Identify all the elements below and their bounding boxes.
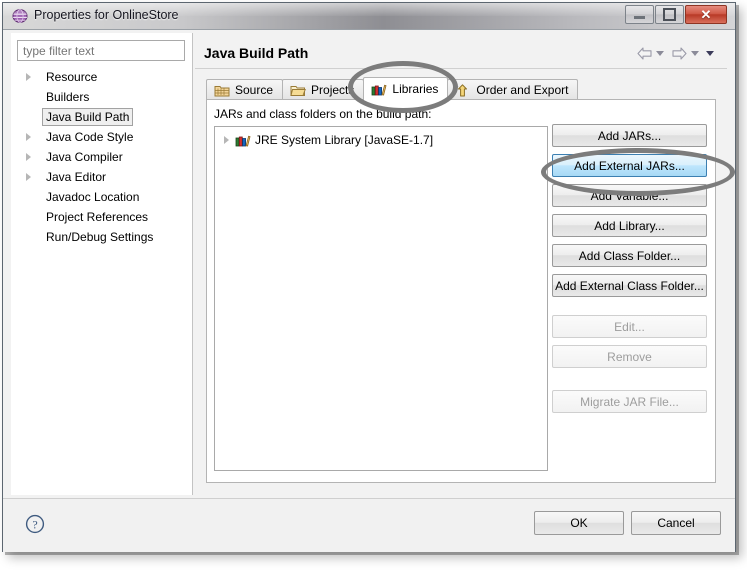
add-external-class-folder-button[interactable]: Add External Class Folder...	[552, 274, 707, 297]
settings-sidebar: Resource Builders Java Build Path Java C…	[11, 33, 193, 495]
button-label: Add Class Folder...	[578, 248, 681, 263]
maximize-icon	[656, 6, 683, 23]
tab-bar: Source Projects Libraries Order and Expo…	[206, 77, 579, 100]
svg-text:?: ?	[32, 517, 37, 531]
button-label: Remove	[607, 349, 652, 364]
tab-libraries[interactable]: Libraries	[363, 77, 449, 100]
button-label: Add Variable...	[590, 188, 669, 203]
properties-dialog-window: Properties for OnlineStore ✕ Resource Bu…	[2, 2, 736, 552]
help-question-icon[interactable]: ?	[25, 514, 45, 534]
page-title: Java Build Path	[204, 45, 309, 61]
back-arrow-icon[interactable]	[636, 46, 653, 61]
add-variable-button[interactable]: Add Variable...	[552, 184, 707, 207]
sidebar-item-java-code-style[interactable]: Java Code Style	[11, 127, 192, 147]
button-label: Add External Class Folder...	[555, 278, 704, 293]
footer-buttons: OK Cancel	[534, 511, 721, 535]
filter-text-input[interactable]	[17, 40, 185, 61]
sidebar-item-label: Java Build Path	[42, 108, 134, 126]
add-class-folder-button[interactable]: Add Class Folder...	[552, 244, 707, 267]
sidebar-item-label: Run/Debug Settings	[46, 230, 154, 244]
forward-arrow-icon[interactable]	[671, 46, 688, 61]
settings-tree: Resource Builders Java Build Path Java C…	[11, 67, 192, 247]
sidebar-item-label: Java Editor	[46, 170, 107, 184]
button-label: Edit...	[614, 319, 645, 334]
jre-library-icon	[235, 135, 251, 147]
expand-triangle-icon[interactable]	[26, 133, 31, 141]
button-label: Migrate JAR File...	[580, 394, 679, 409]
sidebar-item-builders[interactable]: Builders	[11, 87, 192, 107]
sidebar-item-label: Javadoc Location	[46, 190, 140, 204]
remove-button: Remove	[552, 345, 707, 368]
close-button[interactable]: ✕	[685, 5, 727, 24]
tab-label: Source	[235, 83, 274, 97]
sidebar-item-label: Project References	[46, 210, 149, 224]
list-item[interactable]: JRE System Library [JavaSE-1.7]	[215, 130, 547, 150]
tab-source[interactable]: Source	[206, 79, 284, 100]
libraries-books-icon	[371, 84, 387, 95]
sidebar-item-java-build-path[interactable]: Java Build Path	[11, 107, 192, 127]
minimize-icon	[626, 6, 653, 23]
add-library-button[interactable]: Add Library...	[552, 214, 707, 237]
minimize-button[interactable]	[625, 5, 654, 24]
back-chevron-down-icon[interactable]	[656, 51, 664, 56]
library-actions-column: Add JARs... Add External JARs... Add Var…	[552, 124, 707, 420]
dialog-body: Resource Builders Java Build Path Java C…	[3, 30, 735, 498]
edit-button: Edit...	[552, 315, 707, 338]
sidebar-item-java-compiler[interactable]: Java Compiler	[11, 147, 192, 167]
tab-label: Order and Export	[476, 83, 569, 97]
maximize-button[interactable]	[655, 5, 684, 24]
close-icon: ✕	[700, 6, 712, 22]
sidebar-item-label: Builders	[46, 90, 90, 104]
list-item-label: JRE System Library [JavaSE-1.7]	[255, 133, 434, 147]
tab-label: Libraries	[392, 82, 439, 96]
title-bar[interactable]: Properties for OnlineStore ✕	[3, 3, 735, 30]
project-folder-icon	[290, 85, 306, 96]
sidebar-item-project-references[interactable]: Project References	[11, 207, 192, 227]
source-folder-icon	[214, 85, 230, 96]
build-path-list[interactable]: JRE System Library [JavaSE-1.7]	[214, 126, 548, 471]
tab-order-and-export[interactable]: Order and Export	[447, 79, 579, 100]
list-caption: JARs and class folders on the build path…	[214, 107, 432, 121]
tab-label: Projects	[311, 83, 355, 97]
ok-button[interactable]: OK	[534, 511, 624, 535]
expand-triangle-icon[interactable]	[26, 73, 31, 81]
navigation-arrows	[636, 46, 718, 61]
forward-chevron-down-icon[interactable]	[691, 51, 699, 56]
sidebar-item-resource[interactable]: Resource	[11, 67, 192, 87]
view-menu-chevron-icon[interactable]	[706, 51, 714, 56]
expand-triangle-icon[interactable]	[26, 153, 31, 161]
button-label: Add Library...	[594, 218, 665, 233]
title-separator	[195, 68, 727, 69]
button-label: Add JARs...	[597, 128, 662, 143]
sidebar-item-label: Java Compiler	[46, 150, 123, 164]
add-external-jars-button[interactable]: Add External JARs...	[552, 154, 707, 177]
sidebar-item-javadoc-location[interactable]: Javadoc Location	[11, 187, 192, 207]
button-label: Cancel	[657, 516, 695, 530]
cancel-button[interactable]: Cancel	[631, 511, 721, 535]
add-jars-button[interactable]: Add JARs...	[552, 124, 707, 147]
libraries-tab-panel: JARs and class folders on the build path…	[206, 100, 716, 483]
properties-sphere-icon	[12, 9, 28, 23]
expand-triangle-icon[interactable]	[26, 173, 31, 181]
tab-projects[interactable]: Projects	[282, 79, 365, 100]
dialog-footer: ? OK Cancel	[3, 498, 735, 552]
order-export-icon	[456, 83, 468, 96]
sidebar-item-java-editor[interactable]: Java Editor	[11, 167, 192, 187]
window-title: Properties for OnlineStore	[34, 8, 179, 22]
sidebar-item-label: Java Code Style	[46, 130, 134, 144]
expand-triangle-icon[interactable]	[224, 136, 229, 144]
sidebar-item-run-debug-settings[interactable]: Run/Debug Settings	[11, 227, 192, 247]
button-label: Add External JARs...	[574, 158, 685, 173]
main-panel: Java Build Path Source Projects Librarie…	[194, 33, 729, 495]
migrate-jar-file-button: Migrate JAR File...	[552, 390, 707, 413]
sidebar-item-label: Resource	[46, 70, 98, 84]
button-label: OK	[570, 516, 588, 530]
